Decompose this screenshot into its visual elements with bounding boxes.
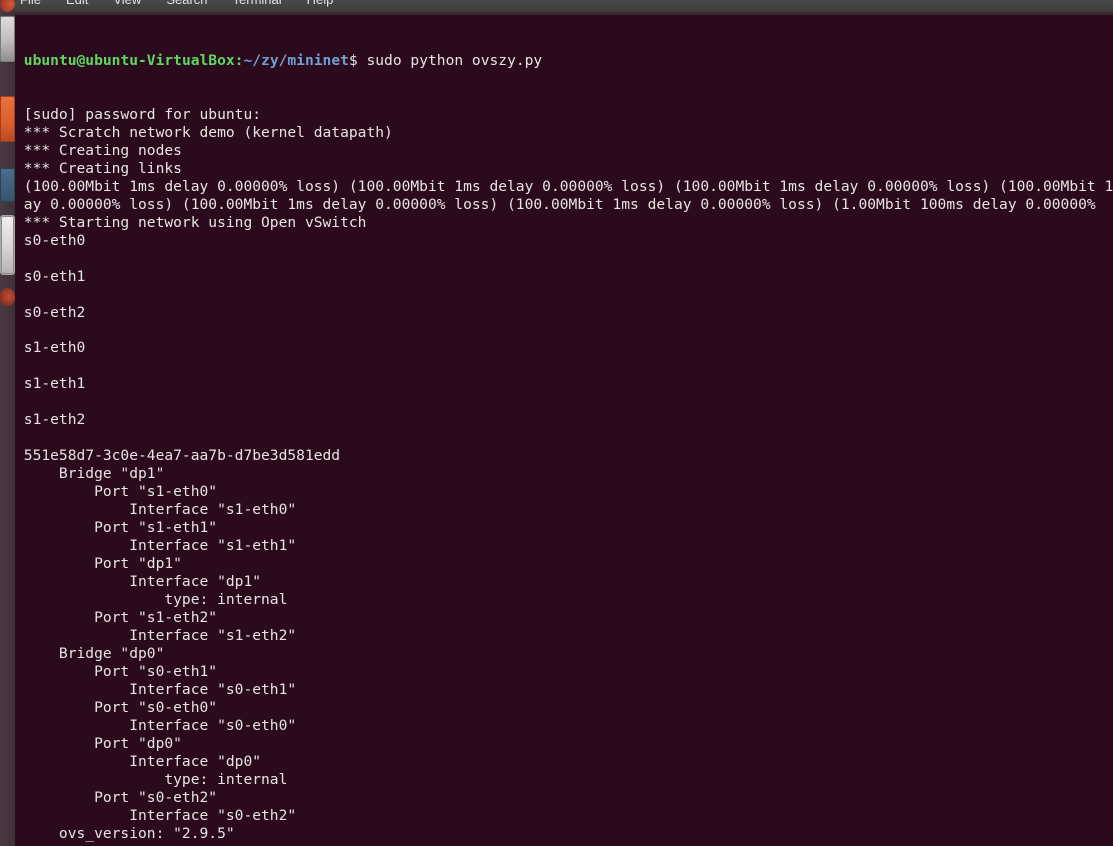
- terminal-line: Port "s1-eth2": [15, 608, 218, 626]
- terminal-line: Bridge "dp1": [15, 465, 165, 483]
- terminal-line: Port "dp1": [15, 555, 182, 573]
- terminal-line: (100.00Mbit 1ms delay 0.00000% loss) (10…: [15, 177, 1113, 195]
- terminal-line: s0-eth1: [15, 267, 86, 285]
- terminal-line: 551e58d7-3c0e-4ea7-aa7b-d7be3d581edd: [15, 447, 341, 465]
- terminal-line: s1-eth2: [15, 411, 86, 429]
- trash-icon[interactable]: [0, 288, 15, 306]
- window-chrome-sliver: [15, 12, 1113, 15]
- menu-item-terminal[interactable]: Terminal: [230, 0, 285, 7]
- terminal-line: s1-eth1: [15, 375, 86, 393]
- terminal-line: *** Starting network using Open vSwitch: [15, 213, 367, 231]
- terminal-line: Interface "s0-eth1": [15, 680, 297, 698]
- menu-item-file[interactable]: File: [17, 0, 44, 7]
- terminal-line: ay 0.00000% loss) (100.00Mbit 1ms delay …: [15, 195, 1096, 213]
- menu-item-help[interactable]: Help: [304, 0, 337, 7]
- terminal-line: type: internal: [15, 770, 288, 788]
- terminal-line: Port "s0-eth2": [15, 788, 218, 806]
- terminal-line: Port "s1-eth1": [15, 519, 218, 537]
- terminal-line: Interface "s1-eth2": [15, 626, 297, 644]
- prompt-sigil: $: [348, 51, 358, 69]
- menu-bar: File Edit View Search Terminal Help: [15, 0, 1113, 12]
- terminal-line: [sudo] password for ubuntu:: [15, 105, 262, 123]
- terminal-window[interactable]: ubuntu@ubuntu-VirtualBox:~/zy/mininet$ s…: [15, 12, 1113, 846]
- terminal-left-border: [15, 12, 17, 846]
- terminal-line: s1-eth0: [15, 339, 86, 357]
- settings-icon[interactable]: [0, 168, 15, 202]
- ubuntu-dash-icon[interactable]: [0, 0, 15, 12]
- prompt-command: sudo python ovszy.py: [357, 51, 543, 69]
- terminal-line: Interface "dp0": [15, 752, 262, 770]
- terminal-output: ubuntu@ubuntu-VirtualBox:~/zy/mininet$ s…: [15, 16, 1113, 846]
- terminal-line: Port "s0-eth1": [15, 662, 218, 680]
- terminal-line: type: internal: [15, 591, 288, 608]
- desktop-screen: File Edit View Search Terminal Help ubun…: [0, 0, 1113, 846]
- terminal-line: Interface "s0-eth2": [15, 806, 297, 824]
- terminal-output-lines: [sudo] password for ubuntu: *** Scratch …: [15, 106, 1113, 843]
- terminal-line: *** Scratch network demo (kernel datapat…: [15, 123, 393, 141]
- unity-launcher[interactable]: [0, 0, 15, 846]
- terminal-line: ovs_version: "2.9.5": [15, 824, 235, 842]
- terminal-prompt-line: ubuntu@ubuntu-VirtualBox:~/zy/mininet$ s…: [15, 52, 1113, 70]
- terminal-line: Interface "s1-eth1": [15, 537, 297, 555]
- menu-item-view[interactable]: View: [110, 0, 144, 7]
- menu-item-edit[interactable]: Edit: [63, 0, 91, 7]
- terminal-line: Interface "s1-eth0": [15, 501, 297, 519]
- terminal-line: s0-eth0: [15, 231, 86, 249]
- terminal-line: Port "s0-eth0": [15, 698, 218, 716]
- prompt-user-host: ubuntu@ubuntu-VirtualBox: [23, 51, 235, 69]
- terminal-line: Port "s1-eth0": [15, 483, 218, 501]
- files-icon[interactable]: [0, 16, 15, 62]
- terminal-line: Bridge "dp0": [15, 644, 165, 662]
- menu-item-search[interactable]: Search: [163, 0, 210, 7]
- terminal-line: Port "dp0": [15, 734, 182, 752]
- terminal-icon[interactable]: [0, 215, 15, 275]
- software-center-icon[interactable]: [0, 96, 15, 142]
- terminal-line: s0-eth2: [15, 303, 86, 321]
- terminal-line: Interface "s0-eth0": [15, 716, 297, 734]
- prompt-path: ~/zy/mininet: [243, 51, 349, 69]
- terminal-line: *** Creating links: [15, 159, 182, 177]
- terminal-line: Interface "dp1": [15, 573, 262, 591]
- terminal-line: *** Creating nodes: [15, 141, 182, 159]
